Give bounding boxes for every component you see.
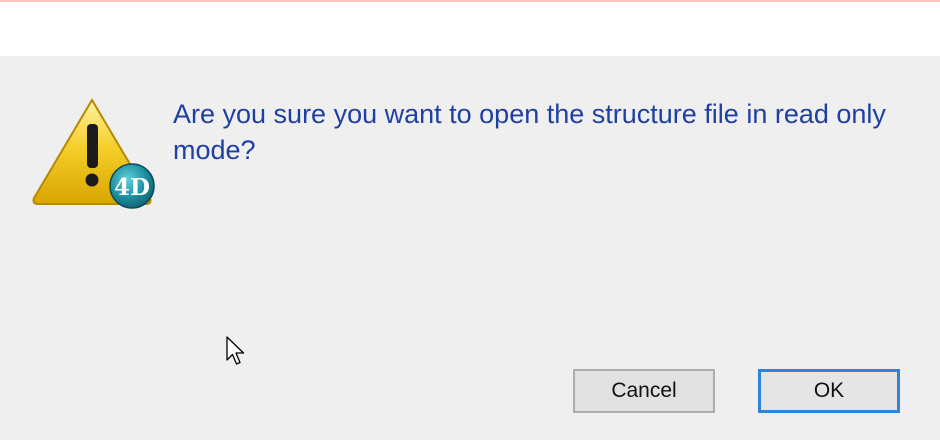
badge-4d-label: 4D xyxy=(114,174,150,201)
ok-button[interactable]: OK xyxy=(758,369,900,413)
warning-4d-icon: 4D xyxy=(32,98,155,209)
title-bar-area xyxy=(0,0,940,56)
dialog-message: Are you sure you want to open the struct… xyxy=(173,99,886,165)
cancel-button[interactable]: Cancel xyxy=(573,369,715,413)
mouse-pointer-icon xyxy=(226,336,245,365)
